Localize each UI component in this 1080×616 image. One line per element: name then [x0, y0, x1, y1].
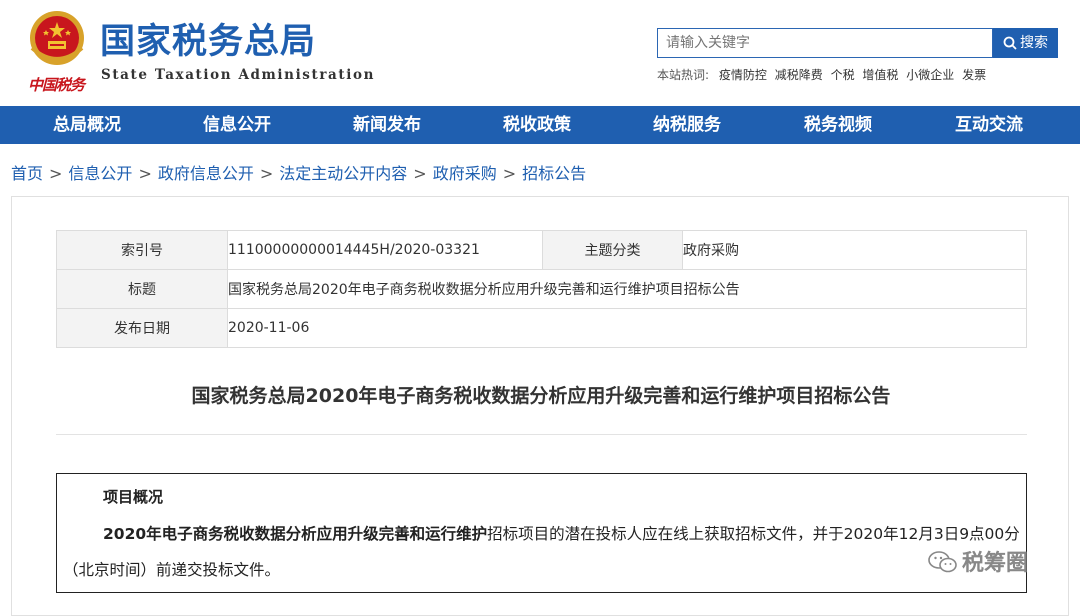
title-value: 国家税务总局2020年电子商务税收数据分析应用升级完善和运行维护项目招标公告 [227, 269, 1027, 309]
wechat-icon [928, 551, 957, 573]
breadcrumb-link[interactable]: 法定主动公开内容 [279, 164, 407, 183]
search-button-label: 搜索 [1020, 35, 1048, 51]
content-panel: 索引号 11100000000014445H/2020-03321 主题分类 政… [11, 196, 1069, 616]
national-emblem-icon[interactable] [22, 8, 92, 72]
site-header: 国家税务总局 State Taxation Administration 中国税… [0, 0, 1080, 106]
hot-word-link[interactable]: 增值税 [862, 68, 898, 82]
table-row: 标题 国家税务总局2020年电子商务税收数据分析应用升级完善和运行维护项目招标公… [56, 269, 1027, 309]
nav-item-video[interactable]: 税务视频 [763, 106, 913, 144]
hot-word-link[interactable]: 发票 [962, 68, 986, 82]
search-input[interactable] [657, 28, 993, 58]
divider [56, 434, 1027, 435]
hot-word-link[interactable]: 个税 [831, 68, 855, 82]
search-icon [1003, 36, 1017, 50]
calligraphy-logo: 中国税务 [28, 76, 85, 94]
site-title-cn[interactable]: 国家税务总局 [100, 22, 316, 62]
hot-word-link[interactable]: 小微企业 [906, 68, 954, 82]
breadcrumb-separator: > [413, 164, 427, 183]
nav-item-service[interactable]: 纳税服务 [612, 106, 762, 144]
search-button[interactable]: 搜索 [993, 28, 1058, 58]
index-label: 索引号 [56, 230, 228, 270]
nav-item-policy[interactable]: 税收政策 [462, 106, 612, 144]
section-heading: 项目概况 [103, 488, 164, 506]
breadcrumb-link[interactable]: 首页 [11, 164, 43, 183]
breadcrumb-separator: > [138, 164, 152, 183]
date-value: 2020-11-06 [227, 308, 1027, 348]
title-label: 标题 [56, 269, 228, 309]
hot-word-link[interactable]: 减税降费 [775, 68, 823, 82]
site-title-en: State Taxation Administration [101, 67, 375, 83]
breadcrumb-link[interactable]: 信息公开 [68, 164, 132, 183]
breadcrumb-separator: > [502, 164, 517, 183]
index-value: 11100000000014445H/2020-03321 [227, 230, 543, 270]
topic-label: 主题分类 [542, 230, 683, 270]
breadcrumb: 首页 > 信息公开 > 政府信息公开 > 法定主动公开内容 > 政府采购 > 招标公告 [11, 160, 586, 184]
hot-words: 本站热词: 疫情防控 减税降费 个税 增值税 小微企业 发票 [657, 66, 990, 83]
watermark-text: 税筹圈 [962, 551, 1029, 576]
breadcrumb-separator: > [259, 164, 274, 183]
date-label: 发布日期 [56, 308, 228, 348]
table-row: 索引号 11100000000014445H/2020-03321 主题分类 政… [56, 230, 1027, 270]
nav-item-overview[interactable]: 总局概况 [12, 106, 162, 144]
table-row: 发布日期 2020-11-06 [56, 308, 1027, 348]
nav-item-disclosure[interactable]: 信息公开 [162, 106, 312, 144]
breadcrumb-link[interactable]: 招标公告 [522, 164, 586, 183]
main-nav: 总局概况 信息公开 新闻发布 税收政策 纳税服务 税务视频 互动交流 [0, 106, 1080, 144]
watermark: 税筹圈 [928, 545, 1028, 577]
breadcrumb-link[interactable]: 政府采购 [433, 164, 497, 183]
hot-word-link[interactable]: 疫情防控 [719, 68, 767, 82]
breadcrumb-separator: > [49, 164, 63, 183]
topic-value: 政府采购 [682, 230, 1027, 270]
metadata-table: 索引号 11100000000014445H/2020-03321 主题分类 政… [56, 230, 1027, 348]
hot-words-label: 本站热词: [657, 68, 710, 82]
breadcrumb-link[interactable]: 政府信息公开 [158, 164, 254, 183]
nav-item-interaction[interactable]: 互动交流 [914, 106, 1064, 144]
nav-item-news[interactable]: 新闻发布 [312, 106, 462, 144]
article-body: 项目概况 2020年电子商务税收数据分析应用升级完善和运行维护招标项目的潜在投标… [56, 473, 1027, 593]
project-name: 2020年电子商务税收数据分析应用升级完善和运行维护 [103, 525, 488, 543]
article-title: 国家税务总局2020年电子商务税收数据分析应用升级完善和运行维护项目招标公告 [191, 385, 891, 407]
article-paragraph: 2020年电子商务税收数据分析应用升级完善和运行维护招标项目的潜在投标人应在线上… [63, 516, 1023, 588]
